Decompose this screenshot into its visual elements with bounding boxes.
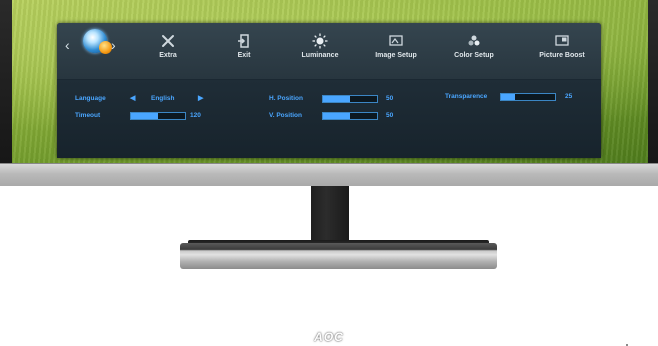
menu-item-label: Image Setup (375, 52, 417, 59)
transparence-label: Transparence (445, 93, 488, 100)
menu-item-label: Exit (237, 52, 251, 59)
monitor-stand-base (180, 243, 497, 269)
transparence-value: 25 (565, 93, 573, 100)
language-value[interactable]: English (151, 95, 174, 102)
transparence-slider[interactable] (500, 93, 556, 101)
monitor-bezel: ‹ › Extra Exit Luminance Image Setup Col… (0, 0, 658, 346)
menu-item-label: Picture Boost (539, 52, 585, 59)
h-position-value: 50 (386, 95, 394, 102)
h-position-label: H. Position (269, 95, 303, 102)
timeout-value: 120 (190, 112, 201, 119)
menu-item-exit[interactable]: Exit (209, 27, 279, 73)
monitor-stand-neck (311, 186, 349, 244)
sun-brightness-icon (311, 33, 329, 49)
color-setup-icon (465, 33, 483, 49)
transparence-slider-fill (501, 94, 515, 100)
menu-item-image-setup[interactable]: Image Setup (361, 27, 431, 73)
osd-settings-panel: Language ◀ English ▶ Timeout 120 H. Posi… (57, 80, 601, 158)
menu-item-color-setup[interactable]: Color Setup (439, 27, 509, 73)
v-position-slider[interactable] (322, 112, 378, 120)
brand-logo: AOC (314, 330, 344, 344)
timeout-slider[interactable] (130, 112, 186, 120)
monitor-chin: AOC (0, 163, 658, 346)
v-position-value: 50 (386, 112, 394, 119)
image-setup-icon (387, 33, 405, 49)
menu-item-label: Luminance (301, 52, 339, 59)
v-position-slider-fill (323, 113, 350, 119)
language-next-arrow-icon[interactable]: ▶ (198, 94, 203, 102)
h-position-slider-fill (323, 96, 350, 102)
picture-boost-icon (553, 33, 571, 49)
language-prev-arrow-icon[interactable]: ◀ (130, 94, 135, 102)
extra-tools-icon (159, 33, 177, 49)
monitor-screen: ‹ › Extra Exit Luminance Image Setup Col… (12, 0, 648, 164)
timeout-slider-fill (131, 113, 158, 119)
menu-item-picture-boost[interactable]: Picture Boost (525, 27, 599, 73)
timeout-label: Timeout (75, 112, 101, 119)
osd-menu-bar: ‹ › Extra Exit Luminance Image Setup Col… (57, 23, 601, 79)
exit-door-icon (235, 33, 253, 49)
menu-item-label: Color Setup (454, 52, 494, 59)
nav-right-arrow-icon[interactable]: › (111, 37, 121, 53)
menu-item-label: Extra (159, 52, 177, 59)
osd-menu: ‹ › Extra Exit Luminance Image Setup Col… (57, 23, 601, 158)
v-position-label: V. Position (269, 112, 302, 119)
menu-item-extra[interactable]: Extra (133, 27, 203, 73)
menu-item-luminance[interactable]: Luminance (285, 27, 355, 73)
language-label: Language (75, 95, 106, 102)
h-position-slider[interactable] (322, 95, 378, 103)
